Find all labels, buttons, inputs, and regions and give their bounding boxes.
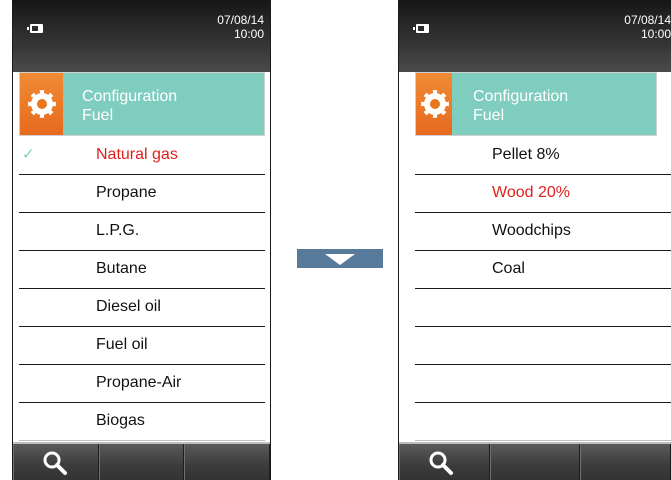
menu-header: Configuration Fuel [19, 72, 265, 136]
list-item[interactable]: Woodchips [415, 213, 671, 251]
time: 10:00 [233, 27, 264, 41]
down-arrow-icon[interactable] [297, 249, 383, 268]
softkey-bar [13, 442, 271, 480]
date: 07/08/14 [217, 13, 264, 27]
list-item-label: Propane [96, 184, 157, 201]
list-item[interactable]: Propane-Air [19, 365, 265, 403]
menu-title: Configuration Fuel [473, 87, 568, 125]
battery-icon [413, 24, 429, 33]
softkey-right[interactable] [580, 444, 671, 480]
softkey-right[interactable] [184, 444, 271, 480]
list-item-label: Propane-Air [96, 374, 182, 391]
menu-title-main: Configuration [473, 88, 569, 105]
datetime: 07/08/14 10:00 [217, 13, 264, 41]
list-item-label: Fuel oil [96, 336, 148, 353]
sub-bar [13, 52, 270, 72]
softkey-middle[interactable] [489, 444, 581, 480]
list-item-label: Diesel oil [96, 298, 161, 315]
list-item-label: Wood 20% [492, 184, 570, 201]
list-item-label: L.P.G. [96, 222, 140, 239]
list-item[interactable]: Butane [19, 251, 265, 289]
search-icon [43, 451, 67, 475]
list-item[interactable]: Pellet 8% [415, 137, 671, 175]
list-item-label: Woodchips [492, 222, 571, 239]
status-bar: 07/08/14 10:00 [399, 0, 671, 52]
search-icon [429, 451, 453, 475]
menu-title-sub: Fuel [82, 107, 114, 124]
list-item-label: Coal [492, 260, 525, 277]
list-item[interactable]: Wood 20% [415, 175, 671, 213]
time: 10:00 [640, 27, 671, 41]
menu-title-sub: Fuel [473, 107, 505, 124]
list-item[interactable] [415, 289, 671, 327]
device-screen-right: 07/08/14 10:00 Configuration Fuel Pellet… [398, 0, 671, 480]
list-item-label: Pellet 8% [492, 146, 560, 163]
list-item[interactable]: L.P.G. [19, 213, 265, 251]
date: 07/08/14 [624, 13, 671, 27]
softkey-bar [399, 442, 671, 480]
sub-bar [399, 52, 671, 72]
list-item-label: Butane [96, 260, 147, 277]
list-item[interactable] [415, 327, 671, 365]
softkey-middle[interactable] [98, 444, 185, 480]
header-icon-tile [416, 73, 452, 135]
list-item-label: Biogas [96, 412, 145, 429]
gear-icon [424, 93, 446, 115]
list-item[interactable] [415, 365, 671, 403]
datetime: 07/08/14 10:00 [624, 13, 671, 41]
check-icon: ✓ [22, 146, 35, 163]
fuel-list: ✓ Natural gas Propane L.P.G. Butane Dies… [19, 137, 265, 441]
list-item[interactable]: Fuel oil [19, 327, 265, 365]
list-item-label: Natural gas [96, 146, 178, 163]
search-softkey[interactable] [399, 444, 490, 480]
menu-title-main: Configuration [82, 88, 178, 105]
list-item[interactable]: Diesel oil [19, 289, 265, 327]
battery-icon [27, 24, 43, 33]
list-item[interactable] [415, 403, 671, 441]
list-item[interactable]: Biogas [19, 403, 265, 441]
menu-header: Configuration Fuel [415, 72, 657, 136]
list-item[interactable]: Propane [19, 175, 265, 213]
search-softkey[interactable] [13, 444, 99, 480]
menu-title: Configuration Fuel [82, 87, 177, 125]
gear-icon [31, 93, 53, 115]
header-icon-tile [20, 73, 63, 135]
list-item[interactable]: ✓ Natural gas [19, 137, 265, 175]
device-screen-left: 07/08/14 10:00 Configuration Fuel ✓ Natu… [12, 0, 271, 480]
fuel-list: Pellet 8% Wood 20% Woodchips Coal [415, 137, 671, 441]
status-bar: 07/08/14 10:00 [13, 0, 270, 52]
list-item[interactable]: Coal [415, 251, 671, 289]
